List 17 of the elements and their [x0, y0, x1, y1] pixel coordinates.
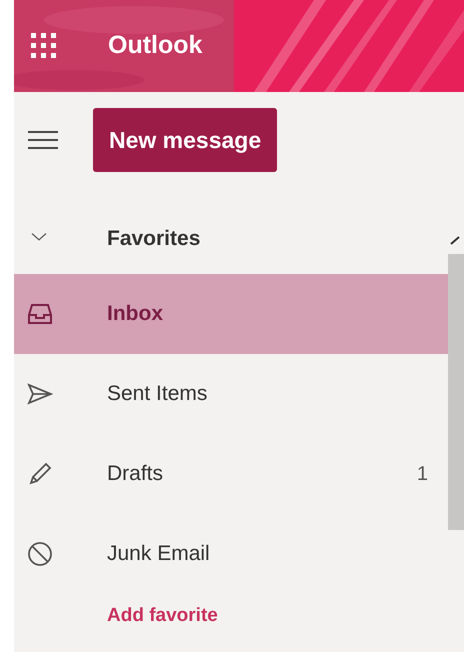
item-count: 1	[416, 462, 428, 487]
scrollbar-thumb[interactable]	[448, 254, 464, 530]
folder-item[interactable]: Sent Items	[14, 354, 448, 434]
folder-item[interactable]: Inbox	[14, 274, 448, 354]
folder-item[interactable]: Drafts 1	[14, 434, 448, 514]
scroll-up-icon[interactable]	[450, 236, 462, 246]
section-heading[interactable]: Favorites	[107, 223, 200, 255]
pencil-icon	[27, 461, 53, 487]
folder-item[interactable]: Junk Email	[14, 514, 448, 594]
menu-icon[interactable]	[28, 130, 58, 150]
inbox-icon	[27, 303, 53, 325]
send-icon	[27, 383, 53, 405]
add-favorite-link[interactable]: Add favorite	[107, 602, 448, 630]
app-launcher-icon[interactable]	[30, 32, 58, 60]
new-message-button[interactable]: New message	[93, 108, 278, 172]
app-title: Outlook	[108, 30, 202, 62]
blocked-icon	[27, 541, 53, 567]
